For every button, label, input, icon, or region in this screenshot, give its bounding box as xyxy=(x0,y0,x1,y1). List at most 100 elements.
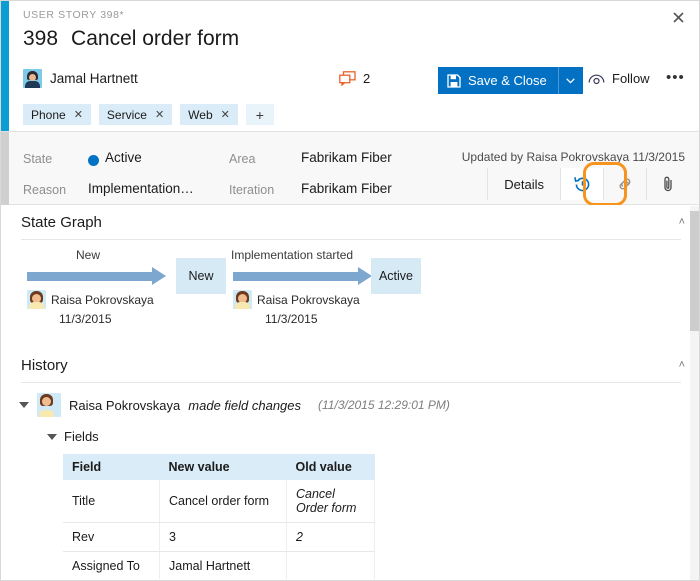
field-changes-table: Field New value Old value Title Cancel o… xyxy=(63,454,375,579)
reason-value[interactable]: Implementation… xyxy=(88,181,194,196)
transition-person-2-name: Raisa Pokrovskaya xyxy=(257,293,360,307)
save-and-close-main[interactable]: Save & Close xyxy=(438,67,558,94)
reason-label: Reason xyxy=(23,183,66,197)
follow-label: Follow xyxy=(612,71,650,86)
work-item-header: USER STORY 398* 398 Cancel order form Ja… xyxy=(1,1,699,131)
area-value[interactable]: Fabrikam Fiber xyxy=(301,150,392,165)
fields-group-label: Fields xyxy=(64,429,99,444)
work-item-title[interactable]: Cancel order form xyxy=(71,27,239,51)
tag-label: Service xyxy=(107,108,147,122)
cell-old-value: 2 xyxy=(287,523,375,552)
table-row: Title Cancel order form Cancel Order for… xyxy=(63,480,375,523)
tag-list: Phone ✕ Service ✕ Web ✕ + xyxy=(23,104,274,125)
content-area: State Graph ˄ New Raisa Pokrovskaya 11/3… xyxy=(1,205,699,579)
state-status-dot xyxy=(88,155,99,166)
history-icon xyxy=(573,175,592,194)
transition-label-2: Implementation started xyxy=(231,248,353,262)
add-tag-button[interactable]: + xyxy=(246,104,274,125)
state-node-new: New xyxy=(176,258,226,294)
scrollbar-track[interactable] xyxy=(690,206,699,581)
transition-date-1: 11/3/2015 xyxy=(59,312,112,326)
transition-date-2: 11/3/2015 xyxy=(265,312,318,326)
state-graph: New Raisa Pokrovskaya 11/3/2015 New Impl… xyxy=(21,240,699,340)
comments-button[interactable]: 2 xyxy=(339,71,370,86)
state-node-active-label: Active xyxy=(379,269,413,283)
history-action: made field changes xyxy=(188,398,301,413)
tab-attachments[interactable] xyxy=(646,168,689,200)
tag-chip[interactable]: Service ✕ xyxy=(99,104,172,125)
close-button[interactable] xyxy=(665,5,691,29)
state-value[interactable]: Active xyxy=(105,150,142,165)
state-node-active: Active xyxy=(371,258,421,294)
comment-count: 2 xyxy=(363,71,370,86)
state-graph-collapse-icon[interactable]: ˄ xyxy=(679,216,685,228)
cell-field: Rev xyxy=(63,523,160,552)
state-node-new-label: New xyxy=(188,269,213,283)
iteration-value[interactable]: Fabrikam Fiber xyxy=(301,181,392,196)
updated-by-text: Updated by Raisa Pokrovskaya 11/3/2015 xyxy=(462,150,685,164)
cell-old-value xyxy=(287,552,375,580)
tag-label: Phone xyxy=(31,108,66,122)
history-fields-group[interactable]: Fields xyxy=(1,417,699,444)
save-and-close-button[interactable]: Save & Close xyxy=(438,67,583,94)
expand-triangle-icon[interactable] xyxy=(19,402,29,408)
link-icon xyxy=(616,175,634,193)
tag-chip[interactable]: Phone ✕ xyxy=(23,104,91,125)
tag-remove-icon[interactable]: ✕ xyxy=(155,108,164,121)
avatar xyxy=(27,290,46,309)
strip-left-edge xyxy=(1,132,9,206)
page-title: 398 Cancel order form xyxy=(23,27,239,51)
cell-new-value: Cancel order form xyxy=(160,480,287,523)
comment-icon xyxy=(339,71,356,86)
table-header-row: Field New value Old value xyxy=(63,454,375,480)
paperclip-icon xyxy=(660,175,676,193)
avatar xyxy=(37,393,61,417)
work-item-id: 398 xyxy=(23,27,58,51)
state-label: State xyxy=(23,152,52,166)
state-graph-title: State Graph xyxy=(21,214,102,231)
accent-bar xyxy=(1,1,9,131)
transition-arrow-2 xyxy=(233,272,359,281)
chevron-down-icon xyxy=(566,78,575,84)
tag-chip[interactable]: Web ✕ xyxy=(180,104,238,125)
transition-person-1: Raisa Pokrovskaya xyxy=(27,290,154,309)
column-header-new-value: New value xyxy=(160,454,287,480)
tab-details-label: Details xyxy=(504,177,544,192)
table-row: Rev 3 2 xyxy=(63,523,375,552)
save-icon xyxy=(447,74,461,88)
tab-details[interactable]: Details xyxy=(487,168,560,200)
cell-new-value: 3 xyxy=(160,523,287,552)
column-header-old-value: Old value xyxy=(287,454,375,480)
tab-links[interactable] xyxy=(603,168,646,200)
area-label: Area xyxy=(229,152,255,166)
scrollbar-thumb[interactable] xyxy=(690,211,699,331)
cell-old-value: Cancel Order form xyxy=(287,480,375,523)
transition-arrow-1 xyxy=(27,272,153,281)
column-header-field: Field xyxy=(63,454,160,480)
follow-button[interactable]: Follow xyxy=(588,71,650,86)
iteration-label: Iteration xyxy=(229,183,274,197)
avatar xyxy=(233,290,252,309)
history-title: History xyxy=(21,357,68,374)
save-dropdown-button[interactable] xyxy=(558,67,583,94)
tag-remove-icon[interactable]: ✕ xyxy=(74,108,83,121)
history-user: Raisa Pokrovskaya xyxy=(69,398,180,413)
tag-remove-icon[interactable]: ✕ xyxy=(221,108,230,121)
tab-history[interactable] xyxy=(560,168,603,200)
more-actions-button[interactable]: ••• xyxy=(666,71,685,85)
history-timestamp: (11/3/2015 12:29:01 PM) xyxy=(318,398,450,412)
work-item-window: USER STORY 398* 398 Cancel order form Ja… xyxy=(0,0,700,581)
avatar xyxy=(23,69,42,88)
expand-triangle-icon[interactable] xyxy=(47,434,57,440)
history-collapse-icon[interactable]: ˄ xyxy=(679,359,685,371)
transition-person-1-name: Raisa Pokrovskaya xyxy=(51,293,154,307)
history-entry[interactable]: Raisa Pokrovskaya made field changes (11… xyxy=(1,383,699,417)
assigned-to-row[interactable]: Jamal Hartnett xyxy=(23,69,138,88)
transition-person-2: Raisa Pokrovskaya xyxy=(233,290,360,309)
detail-tabs: Details xyxy=(487,168,689,200)
table-row: Assigned To Jamal Hartnett xyxy=(63,552,375,580)
eye-icon xyxy=(588,73,605,85)
transition-label-1: New xyxy=(76,248,100,262)
breadcrumb: USER STORY 398* xyxy=(23,9,124,21)
state-graph-section-header: State Graph ˄ xyxy=(1,205,699,239)
